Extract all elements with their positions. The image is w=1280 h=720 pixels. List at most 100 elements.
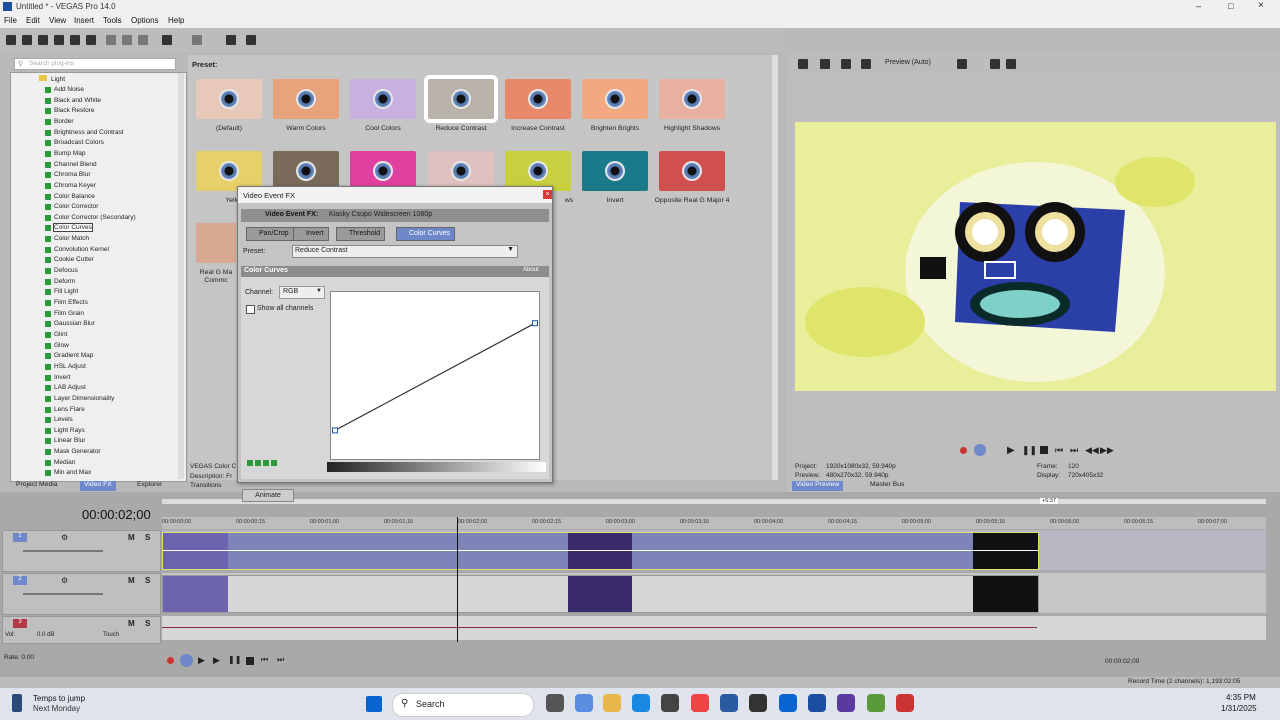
track-header-3[interactable]: 3 Vol: 0.0 dB Touch M S [2,616,161,644]
outlook-icon[interactable] [779,694,797,712]
track-fx-icon[interactable]: ⚙ [61,576,68,585]
open-icon[interactable] [22,35,32,45]
opacity-envelope[interactable] [163,550,1038,551]
pause-icon[interactable]: ❚❚ [1022,445,1037,456]
tree-item[interactable]: Border [45,118,74,125]
stop-button-icon[interactable] [246,657,254,665]
new-icon[interactable] [6,35,16,45]
animate-button[interactable]: Animate [242,489,294,502]
chain-pan-crop[interactable]: Pan/Crop [246,227,294,241]
channel-select[interactable]: RGB ▼ [279,286,325,299]
tree-item[interactable]: Broadcast Colors [45,139,104,147]
copy-snapshot-icon[interactable] [990,59,1000,69]
preset-thumbnail[interactable] [659,151,725,191]
preview-quality[interactable]: Preview (Auto) [885,59,931,66]
search-input[interactable]: Search plug-ins [29,60,74,67]
tree-scrollbar[interactable] [178,73,184,479]
menu-insert[interactable]: Insert [74,16,94,25]
maximize-icon[interactable]: □ [1228,1,1233,11]
stop-icon[interactable] [1040,446,1048,454]
timeline-overview[interactable] [162,499,1266,504]
store-icon[interactable] [661,694,679,712]
chain-invert[interactable]: Invert [293,227,329,241]
track-header-2[interactable]: 2 ⚙ M S [2,573,161,615]
edge-icon[interactable] [632,694,650,712]
undo-icon[interactable] [162,35,172,45]
save-icon[interactable] [38,35,48,45]
tree-item[interactable]: Light Rays [45,427,85,434]
curve-graph[interactable] [330,291,540,460]
preset-label[interactable]: (Default) [189,125,269,132]
app2-icon[interactable] [867,694,885,712]
preset-label[interactable]: Reduce Contrast [421,125,501,132]
tree-item[interactable]: Gaussian Blur [45,320,95,328]
tree-item[interactable]: Color Balance [45,193,95,200]
chrome-icon[interactable] [691,694,709,712]
prev-frame-icon[interactable]: ⏮ [1055,445,1063,456]
preset-dropdown[interactable]: Reduce Contrast ▼ [292,245,518,258]
record-button-icon[interactable] [167,657,174,664]
play-icon[interactable]: ▶ [1007,445,1015,456]
track-header-1[interactable]: 1 ⚙ M S [2,530,161,572]
rewind-icon[interactable]: ◀◀ [1085,445,1099,456]
preset-scrollbar[interactable] [772,55,778,480]
tree-item[interactable]: Chroma Keyer [45,182,96,189]
tree-item[interactable]: Color Corrector [45,203,98,211]
minimize-icon[interactable]: – [1196,1,1201,11]
app-icon[interactable] [749,694,767,712]
tree-item[interactable]: Glint [45,331,67,338]
tree-item[interactable]: Deform [45,278,75,285]
go-end-icon[interactable]: ⏭ [277,655,284,665]
preview-settings-icon[interactable] [798,59,808,69]
tab-video-fx[interactable]: Video FX [80,481,116,491]
tree-item[interactable]: Black Restore [45,107,94,115]
preset-thumbnail[interactable] [582,151,648,191]
solo-button[interactable]: S [145,619,150,628]
solo-button[interactable]: S [145,576,150,585]
start-icon[interactable] [366,696,382,712]
preset-label[interactable]: Increase Contrast [498,125,578,132]
tree-item[interactable]: Layer Dimensionality [45,395,114,402]
plugin-icon[interactable] [226,35,236,45]
mute-button[interactable]: M [128,619,135,628]
preset-thumbnail[interactable] [505,151,571,191]
preset-thumbnail[interactable] [196,79,262,119]
dell-icon[interactable] [720,694,738,712]
menu-view[interactable]: View [49,16,66,25]
chain-threshold[interactable]: Threshold [336,227,386,241]
tree-item[interactable]: Black and White [45,97,101,104]
device-icon[interactable] [820,59,830,69]
dialog-title-bar[interactable]: Video Event FX × [238,187,552,203]
redo-icon[interactable] [192,35,202,45]
tree-item[interactable]: Convolution Kernel [45,246,109,253]
clock-time[interactable]: 4:35 PM [1226,693,1256,702]
tree-item[interactable]: Invert [45,374,70,381]
overlay-icon[interactable] [861,59,871,69]
copy-icon[interactable] [122,35,132,45]
show-all-checkbox[interactable] [246,305,255,314]
preset-label[interactable]: Cool Colors [343,125,423,132]
tree-item[interactable]: Mask Generator [45,448,101,456]
tree-item[interactable]: Median [45,459,75,466]
loop-icon[interactable] [974,444,986,456]
preset-thumbnail[interactable] [424,75,498,123]
preset-thumbnail[interactable] [196,223,236,263]
tree-item[interactable]: Chroma Blur [45,171,90,179]
curve-line[interactable] [334,322,536,431]
tree-item[interactable]: HSL Adjust [45,363,86,370]
automation-mode[interactable]: Touch [103,632,119,638]
weather-line1[interactable]: Temps to jump [33,694,85,703]
copilot-icon[interactable] [575,694,593,712]
tree-item[interactable]: LAB Adjust [45,384,86,392]
save-snapshot-icon[interactable] [1006,59,1016,69]
render-icon[interactable] [54,35,64,45]
clock-date[interactable]: 1/31/2025 [1221,704,1257,713]
preset-label[interactable]: Invert [575,197,655,204]
settings-icon[interactable] [86,35,96,45]
preset-thumbnail[interactable] [582,79,648,119]
file-explorer-icon[interactable] [603,694,621,712]
close-icon[interactable]: × [1258,0,1264,11]
about-link[interactable]: About [523,267,539,273]
tab-explorer[interactable]: Explorer [133,481,166,491]
time-ruler[interactable]: 00:00:00;00 00:00:00;15 00:00:01;00 00:00:0… [162,517,1266,529]
